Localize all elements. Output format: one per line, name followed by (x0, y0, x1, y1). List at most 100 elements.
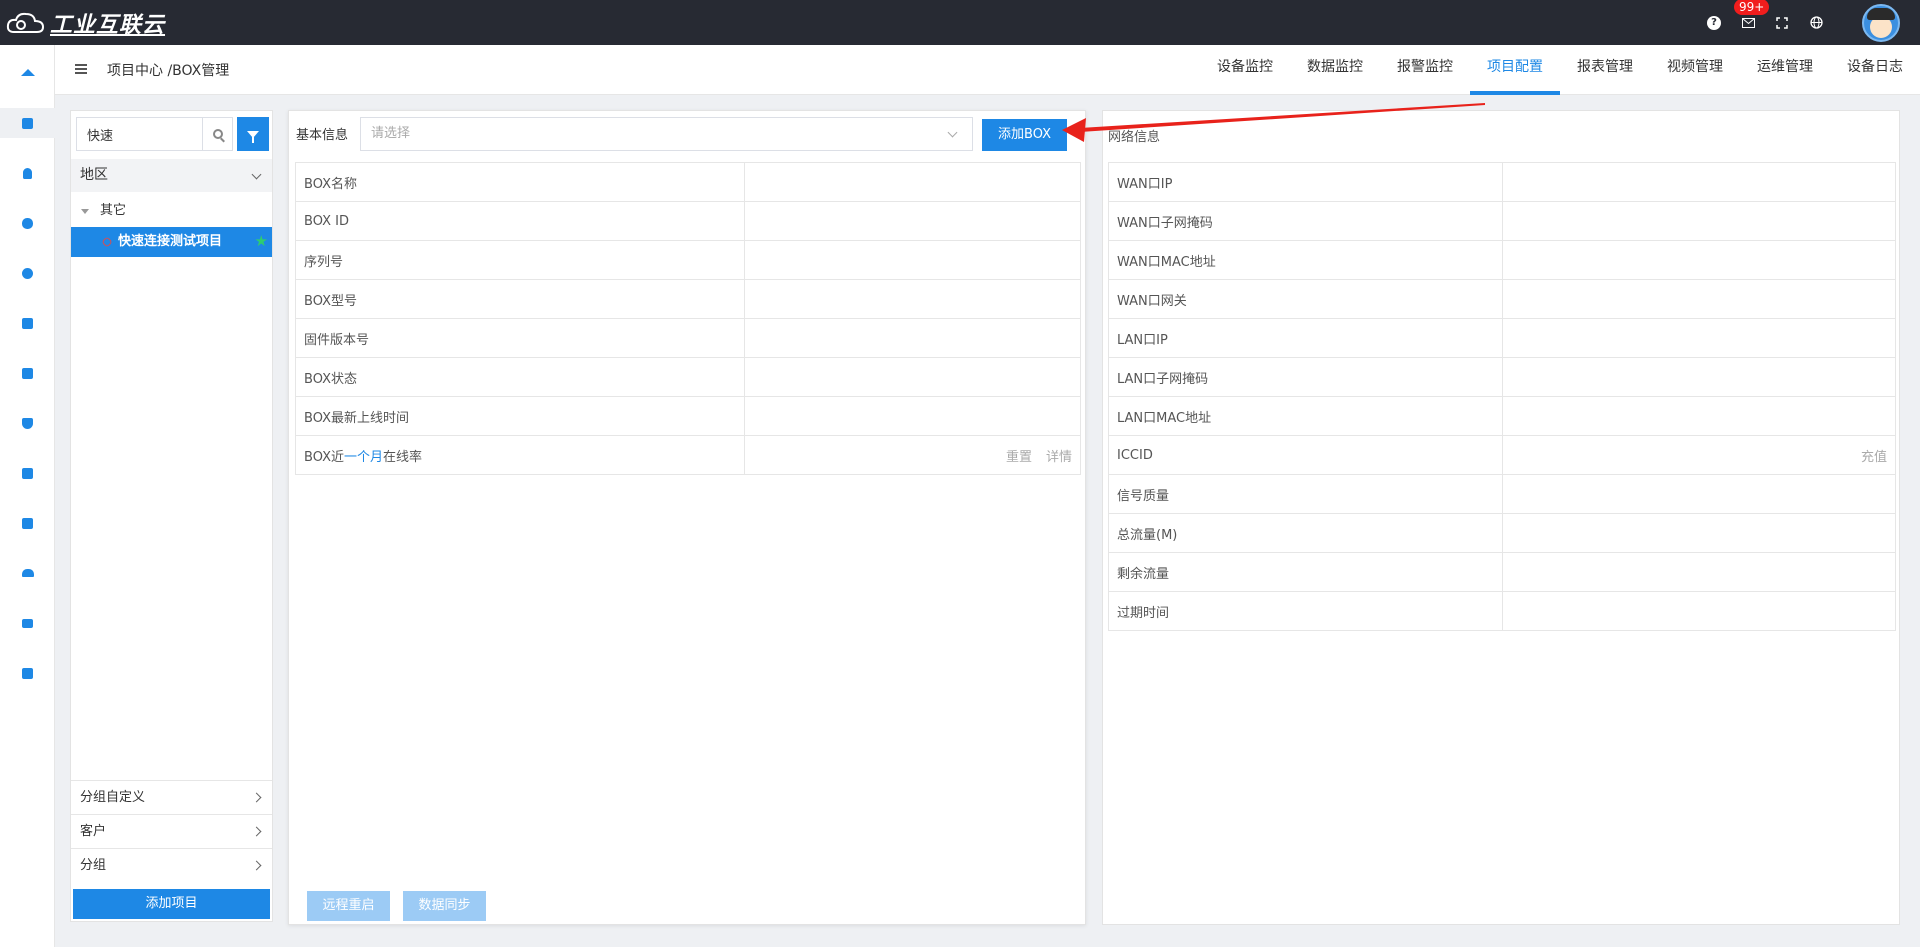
table-row: WAN口子网掩码 (1108, 201, 1896, 241)
nav-video-management[interactable]: 视频管理 (1650, 45, 1740, 95)
table-row: BOX状态 (295, 357, 1081, 397)
filter-button[interactable] (237, 117, 269, 151)
row-label: BOX近一个月在线率 (295, 435, 745, 475)
basic-info-table: BOX名称 BOX ID 序列号 BOX型号 固件版本号 BOX状态 BOX最新… (295, 162, 1081, 475)
nav-report-management[interactable]: 报表管理 (1560, 45, 1650, 95)
row-label: ICCID (1108, 435, 1503, 475)
rail-grid[interactable] (0, 658, 55, 688)
star-icon[interactable]: ★ (255, 234, 268, 249)
table-row: WAN口网关 (1108, 279, 1896, 319)
row-value (744, 162, 1081, 202)
row-label: 剩余流量 (1108, 552, 1503, 592)
tree-group[interactable]: 其它 (71, 196, 272, 226)
row-label: 固件版本号 (295, 318, 745, 358)
accordion-custom-group[interactable]: 分组自定义 (71, 780, 272, 814)
caret-down-icon (81, 209, 89, 214)
notification-badge: 99+ (1734, 0, 1770, 15)
search-button[interactable] (202, 118, 232, 150)
monitor-icon (22, 317, 33, 329)
reset-link[interactable]: 重置 (1006, 446, 1032, 465)
rail-monitor[interactable] (0, 308, 55, 338)
nav-device-log[interactable]: 设备日志 (1830, 45, 1920, 95)
breadcrumb: 项目中心 /BOX管理 (107, 63, 230, 79)
row-value (744, 279, 1081, 319)
project-name: 快速连接测试项目 (118, 234, 223, 249)
nav-alarm-monitor[interactable]: 报警监控 (1380, 45, 1470, 95)
table-row: BOX近一个月在线率 详情 重置 (295, 435, 1081, 475)
add-box-button[interactable]: 添加BOX (982, 119, 1067, 151)
data-sync-button[interactable]: 数据同步 (403, 891, 486, 921)
grid-icon (22, 667, 33, 679)
chevron-right-icon (251, 826, 262, 837)
add-project-button[interactable]: 添加项目 (73, 889, 270, 919)
row-value: 充值 (1502, 435, 1896, 475)
search-input[interactable] (77, 118, 202, 150)
box-select[interactable]: 请选择 (360, 117, 973, 151)
nav-device-monitor[interactable]: 设备监控 (1200, 45, 1290, 95)
rail-bell[interactable] (0, 158, 55, 188)
top-bar: 工业互联云 ? 99+ (0, 0, 1920, 45)
list-icon (22, 467, 33, 479)
logo-text: 工业互联云 (50, 13, 166, 38)
row-value (744, 240, 1081, 280)
row-value (1502, 357, 1896, 397)
rail-users[interactable] (0, 558, 55, 588)
chevron-down-icon (251, 169, 262, 180)
row-value (744, 201, 1081, 241)
rail-layers[interactable] (0, 108, 55, 138)
row-label: WAN口子网掩码 (1108, 201, 1503, 241)
row-value (1502, 396, 1896, 436)
row-label: LAN口MAC地址 (1108, 396, 1503, 436)
rail-building[interactable] (0, 358, 55, 388)
detail-link[interactable]: 详情 (1046, 446, 1072, 465)
accordion-customer[interactable]: 客户 (71, 814, 272, 848)
online-period-link[interactable]: 一个月 (344, 450, 383, 465)
gear-icon (22, 267, 33, 279)
rail-home[interactable] (0, 57, 55, 87)
table-row: 剩余流量 (1108, 552, 1896, 592)
rail-shield[interactable] (0, 408, 55, 438)
row-label: BOX最新上线时间 (295, 396, 745, 436)
header-bar: 项目中心 /BOX管理 设备监控 数据监控 报警监控 项目配置 报表管理 视频管… (55, 45, 1920, 95)
tree-item-project[interactable]: 快速连接测试项目 ★ (71, 227, 272, 257)
fullscreen-icon[interactable] (1774, 15, 1790, 31)
row-value (1502, 201, 1896, 241)
nav-project-config[interactable]: 项目配置 (1470, 45, 1560, 95)
menu-toggle-icon[interactable] (75, 64, 87, 74)
row-value (1502, 318, 1896, 358)
table-row: WAN口MAC地址 (1108, 240, 1896, 280)
remote-restart-button[interactable]: 远程重启 (307, 891, 390, 921)
table-row: 序列号 (295, 240, 1081, 280)
logo[interactable]: 工业互联云 (6, 8, 165, 38)
rail-gear[interactable] (0, 258, 55, 288)
filter-icon (247, 130, 259, 143)
table-row: LAN口子网掩码 (1108, 357, 1896, 397)
avatar[interactable] (1862, 3, 1900, 42)
nav-data-monitor[interactable]: 数据监控 (1290, 45, 1380, 95)
row-label: LAN口子网掩码 (1108, 357, 1503, 397)
row-label: WAN口网关 (1108, 279, 1503, 319)
layers-icon (22, 117, 33, 129)
shield-icon (22, 417, 33, 429)
mail-icon[interactable]: 99+ (1734, 0, 1770, 31)
rail-device-settings[interactable] (0, 508, 55, 538)
table-row: BOX型号 (295, 279, 1081, 319)
globe-icon[interactable] (1808, 15, 1824, 31)
table-row: LAN口MAC地址 (1108, 396, 1896, 436)
link-icon (101, 236, 113, 248)
table-row: BOX最新上线时间 (295, 396, 1081, 436)
recharge-link[interactable]: 充值 (1861, 446, 1887, 465)
chevron-right-icon (251, 860, 262, 871)
row-value (744, 357, 1081, 397)
rail-database[interactable] (0, 208, 55, 238)
accordion-label: 分组自定义 (80, 790, 146, 805)
region-selector[interactable]: 地区 (71, 159, 272, 192)
online-prefix: BOX近 (304, 449, 344, 465)
table-row: ICCID 充值 (1108, 435, 1896, 475)
nav-ops-management[interactable]: 运维管理 (1740, 45, 1830, 95)
row-value (1502, 591, 1896, 631)
accordion-group[interactable]: 分组 (71, 848, 272, 882)
rail-list[interactable] (0, 458, 55, 488)
help-icon[interactable]: ? (1706, 15, 1722, 31)
rail-briefcase[interactable] (0, 608, 55, 638)
